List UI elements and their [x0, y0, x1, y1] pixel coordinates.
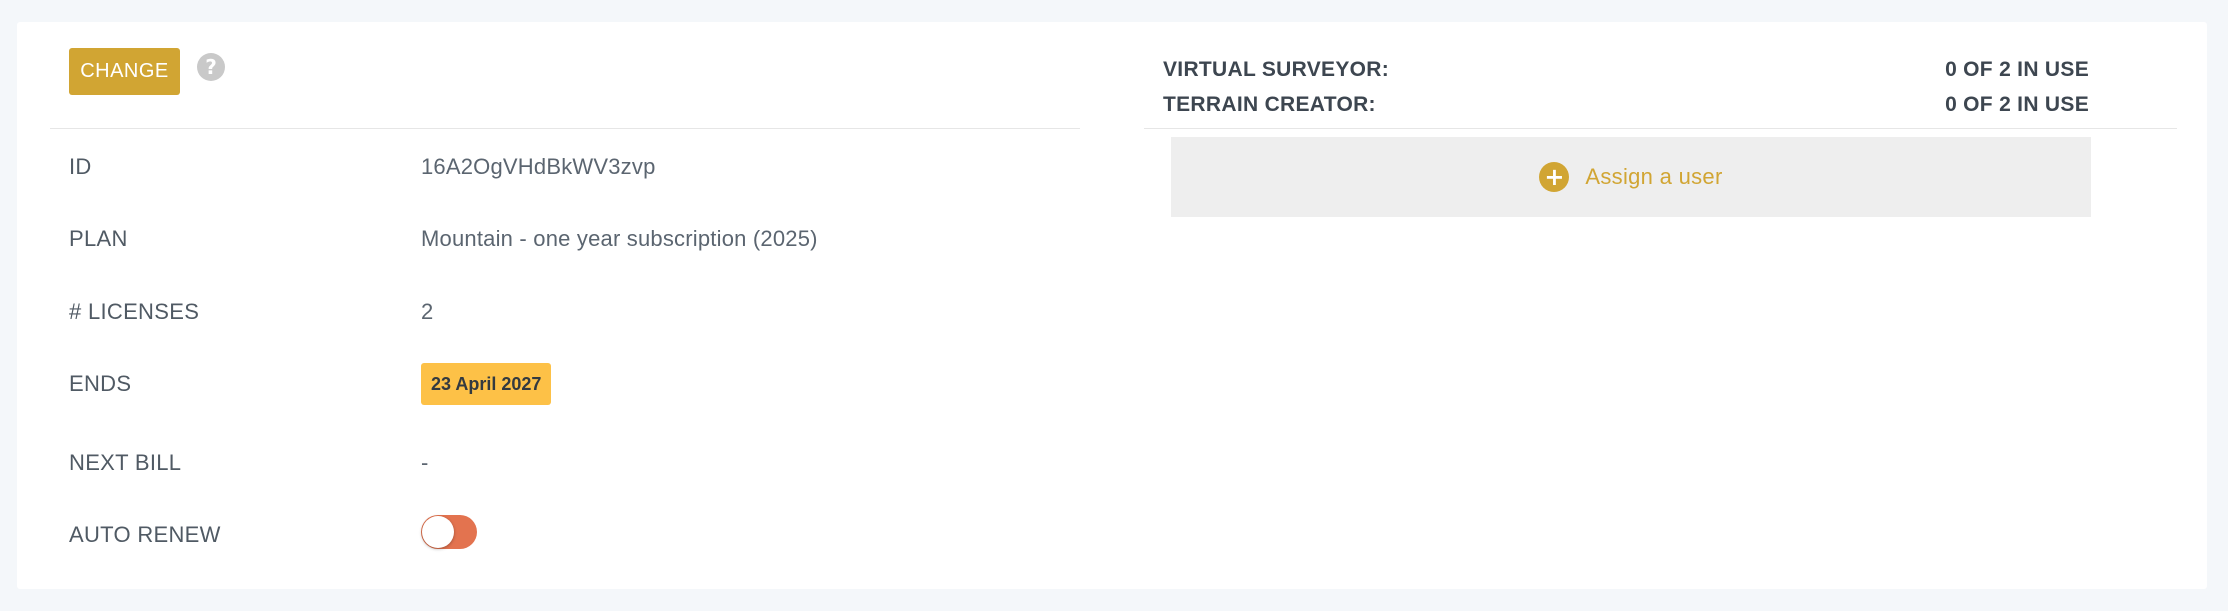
ends-row: ENDS 23 April 2027 [69, 363, 1069, 409]
id-label: ID [69, 154, 92, 179]
question-circle-icon[interactable]: ? [197, 53, 225, 81]
plan-label: PLAN [69, 226, 128, 251]
plan-row: PLAN Mountain - one year subscription (2… [69, 224, 1069, 264]
usage-value: 0 OF 2 IN USE [1945, 93, 2089, 116]
next-bill-label: NEXT BILL [69, 450, 182, 475]
licenses-label: # LICENSES [69, 299, 200, 324]
id-row: ID 16A2OgVHdBkWV3zvp [69, 152, 1069, 192]
licenses-value: 2 [421, 299, 434, 324]
usage-value: 0 OF 2 IN USE [1945, 58, 2089, 81]
auto-renew-toggle[interactable] [421, 515, 477, 549]
change-button[interactable]: CHANGE [69, 48, 180, 95]
end-date-badge: 23 April 2027 [421, 363, 552, 405]
ends-label: ENDS [69, 371, 132, 396]
plus-circle-icon: + [1539, 162, 1570, 192]
usage-label: VIRTUAL SURVEYOR: [1163, 58, 1390, 81]
usage-row-terrain-creator: TERRAIN CREATOR: 0 OF 2 IN USE [1163, 93, 2089, 123]
id-value: 16A2OgVHdBkWV3zvp [421, 154, 656, 179]
next-bill-value: - [421, 450, 429, 475]
usage-row-virtual-surveyor: VIRTUAL SURVEYOR: 0 OF 2 IN USE [1163, 58, 2089, 88]
divider [50, 128, 1080, 129]
assign-user-button[interactable]: + Assign a user [1171, 137, 2091, 217]
next-bill-row: NEXT BILL - [69, 448, 1069, 488]
auto-renew-label: AUTO RENEW [69, 522, 221, 547]
subscription-card: CHANGE ? ID 16A2OgVHdBkWV3zvp PLAN Mount… [17, 22, 2207, 589]
licenses-row: # LICENSES 2 [69, 297, 1069, 337]
plan-value: Mountain - one year subscription (2025) [421, 226, 818, 251]
assign-user-label: Assign a user [1585, 164, 1723, 189]
toggle-knob [422, 516, 454, 548]
divider [1144, 128, 2177, 129]
auto-renew-row: AUTO RENEW [69, 515, 1069, 560]
usage-label: TERRAIN CREATOR: [1163, 93, 1376, 116]
